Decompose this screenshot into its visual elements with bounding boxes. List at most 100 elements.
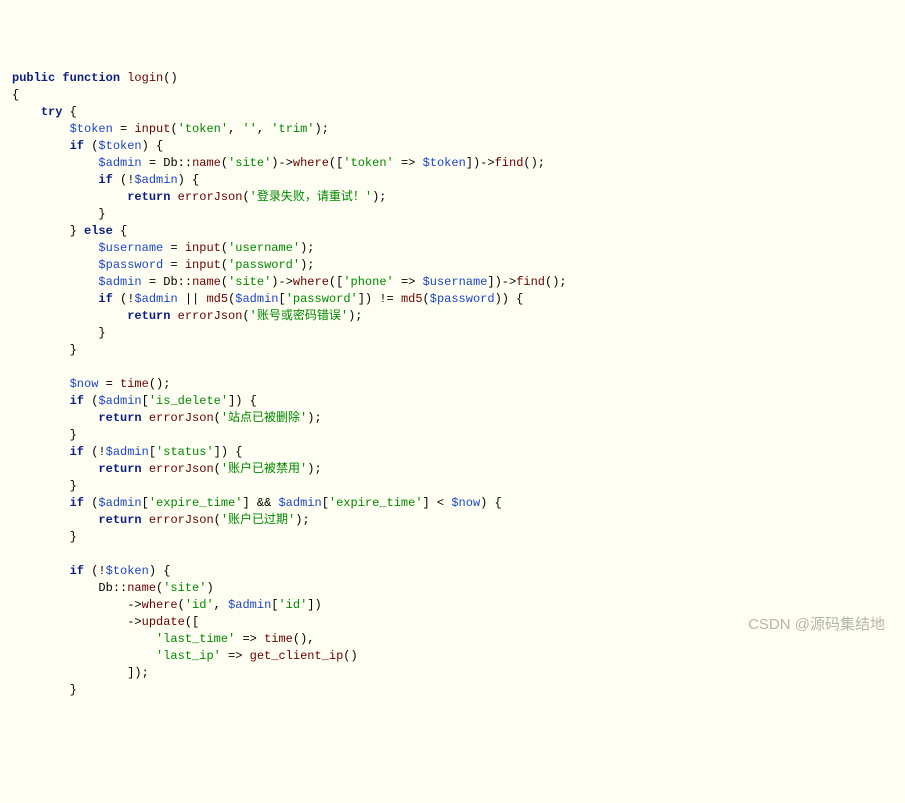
token-plain: );: [307, 411, 321, 425]
token-s: 'password': [286, 292, 358, 306]
token-plain: {: [113, 224, 127, 238]
token-plain: =: [163, 241, 185, 255]
token-f: time: [264, 632, 293, 646]
token-plain: [12, 156, 98, 170]
token-plain: ,: [214, 598, 228, 612]
token-plain: (): [343, 649, 357, 663]
token-plain: [12, 411, 98, 425]
token-s: 'expire_time': [149, 496, 243, 510]
token-plain: ();: [149, 377, 171, 391]
token-f: errorJson: [178, 309, 243, 323]
token-plain: =: [98, 377, 120, 391]
token-plain: [: [322, 496, 329, 510]
token-plain: (: [423, 292, 430, 306]
token-s: 'status': [156, 445, 214, 459]
token-plain: ||: [178, 292, 207, 306]
token-v: $admin: [106, 445, 149, 459]
token-plain: [12, 462, 98, 476]
token-f: name: [127, 581, 156, 595]
token-s: '账号或密码错误': [250, 309, 348, 323]
token-k: if: [70, 445, 84, 459]
token-s: 'token': [343, 156, 393, 170]
token-plain: [12, 377, 70, 391]
token-f: where: [142, 598, 178, 612]
token-plain: }: [12, 343, 77, 357]
token-f: input: [134, 122, 170, 136]
token-plain: );: [295, 513, 309, 527]
token-f: update: [142, 615, 185, 629]
token-s: '登录失败，请重试！': [250, 190, 372, 204]
token-s: 'password': [228, 258, 300, 272]
token-plain: (!: [113, 173, 135, 187]
token-k: if: [98, 173, 112, 187]
token-plain: );: [315, 122, 329, 136]
token-plain: [142, 513, 149, 527]
token-k: if: [98, 292, 112, 306]
token-plain: )) {: [495, 292, 524, 306]
token-v: $admin: [235, 292, 278, 306]
token-r: return: [98, 513, 141, 527]
token-plain: ) {: [149, 564, 171, 578]
token-v: $admin: [228, 598, 271, 612]
token-plain: ])->: [466, 156, 495, 170]
token-s: 'id': [185, 598, 214, 612]
token-plain: }: [12, 428, 77, 442]
token-f: time: [120, 377, 149, 391]
token-k: if: [70, 394, 84, 408]
token-s: 'last_ip': [156, 649, 221, 663]
token-f: name: [192, 275, 221, 289]
token-plain: = Db::: [142, 275, 192, 289]
token-f: find: [495, 156, 524, 170]
token-plain: );: [300, 258, 314, 272]
token-plain: [12, 394, 70, 408]
token-plain: ) {: [178, 173, 200, 187]
token-plain: [170, 190, 177, 204]
token-plain: [12, 445, 70, 459]
token-f: errorJson: [149, 462, 214, 476]
token-plain: (: [214, 462, 221, 476]
token-plain: [12, 190, 127, 204]
token-plain: (: [214, 513, 221, 527]
token-v: $token: [423, 156, 466, 170]
token-plain: ])->: [487, 275, 516, 289]
token-k: function: [62, 71, 120, 85]
token-plain: [12, 173, 98, 187]
token-v: $admin: [134, 292, 177, 306]
token-plain: ,: [228, 122, 242, 136]
token-f: input: [185, 241, 221, 255]
token-k: if: [70, 564, 84, 578]
token-plain: ] &&: [242, 496, 278, 510]
token-plain: ]) !=: [358, 292, 401, 306]
token-v: $token: [106, 564, 149, 578]
token-plain: [12, 105, 41, 119]
token-plain: (: [221, 258, 228, 272]
token-plain: (: [221, 241, 228, 255]
token-v: $admin: [98, 156, 141, 170]
token-plain: [: [142, 496, 149, 510]
token-v: $token: [70, 122, 113, 136]
token-s: '账户已被禁用': [221, 462, 307, 476]
token-k: if: [70, 139, 84, 153]
token-f: find: [516, 275, 545, 289]
token-plain: [12, 292, 98, 306]
token-plain: ([: [185, 615, 199, 629]
token-plain: (: [242, 309, 249, 323]
token-plain: ();: [523, 156, 545, 170]
token-plain: {: [62, 105, 76, 119]
token-plain: [12, 632, 156, 646]
token-plain: ]): [307, 598, 321, 612]
token-k: if: [70, 496, 84, 510]
token-f: errorJson: [149, 411, 214, 425]
token-plain: ) {: [480, 496, 502, 510]
token-v: $admin: [98, 496, 141, 510]
token-s: 'token': [178, 122, 228, 136]
token-r: return: [127, 190, 170, 204]
token-v: $password: [430, 292, 495, 306]
token-plain: ->: [12, 615, 142, 629]
token-plain: [142, 462, 149, 476]
token-f: errorJson: [178, 190, 243, 204]
token-plain: [: [279, 292, 286, 306]
token-plain: =: [113, 122, 135, 136]
token-plain: [: [142, 394, 149, 408]
token-plain: (: [178, 598, 185, 612]
